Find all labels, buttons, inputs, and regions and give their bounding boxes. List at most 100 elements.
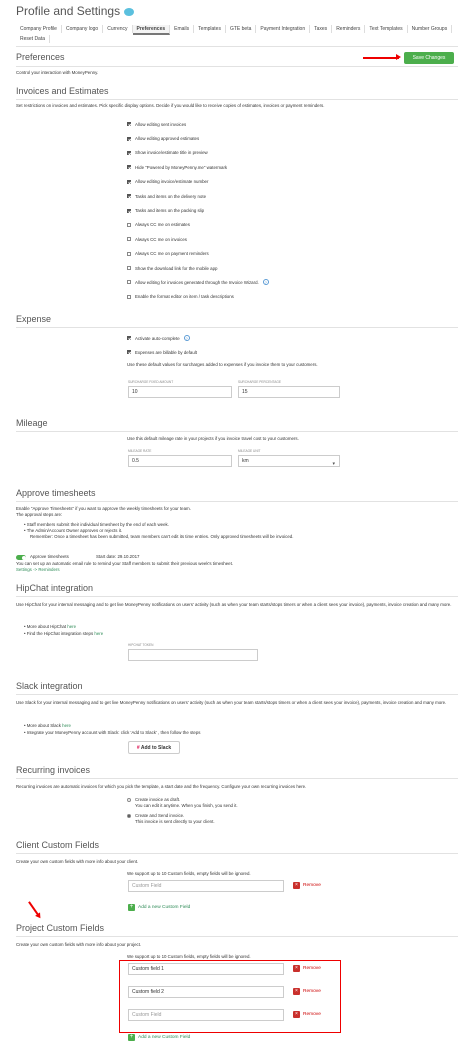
invoice-option-label: Always CC me on estimates: [135, 222, 190, 228]
mileage-rate-input[interactable]: 0.5: [128, 455, 232, 467]
invoice-option-label: Allow editing sent invoices: [135, 121, 187, 127]
client-fields-title: Client Custom Fields: [16, 840, 100, 850]
invoice-option-label: Show the download link for the mobile ap…: [135, 265, 218, 271]
client-remove-button[interactable]: × Remove: [293, 882, 321, 889]
tab-taxes[interactable]: Taxes: [310, 25, 333, 33]
invoice-option-1[interactable]: Allow editing approved estimates: [127, 131, 269, 145]
draft-note: You can edit it anytime. When you finish…: [135, 803, 238, 808]
settings-reminders-link[interactable]: Settings -> Reminders: [16, 567, 60, 573]
close-icon: ×: [293, 988, 300, 995]
help-icon[interactable]: ?: [262, 279, 269, 286]
hipchat-title: HipChat integration: [16, 583, 94, 593]
invoice-option-4[interactable]: Allow editing invoice/estimate number: [127, 175, 269, 189]
invoice-options: Allow editing sent invoices Allow editing…: [127, 117, 269, 304]
close-icon: ×: [293, 882, 300, 889]
project-remove-button-3[interactable]: × Remove: [293, 1011, 321, 1018]
project-fields-desc: Create your own custom fields with more …: [16, 942, 142, 947]
slack-more-link[interactable]: here: [62, 723, 71, 728]
tab-gte-beta[interactable]: GTE beta: [226, 25, 257, 33]
invoice-option-7[interactable]: Always CC me on estimates: [127, 218, 269, 232]
settings-tabs: Company Profile Company logo Currency Prefe…: [16, 25, 466, 43]
close-icon: ×: [293, 965, 300, 972]
project-remove-button-2[interactable]: × Remove: [293, 988, 321, 995]
annotation-arrow: [28, 901, 39, 916]
hipchat-more-link[interactable]: here: [67, 624, 76, 629]
toggle-label: Approve timesheets: [30, 554, 69, 559]
plus-icon: +: [128, 1034, 135, 1041]
project-add-field-button[interactable]: + Add a new Custom Field: [128, 1034, 190, 1041]
tab-text-templates[interactable]: Text Templates: [365, 25, 408, 33]
surcharge-amount-label: SURCHARGE FIXED AMOUNT: [128, 380, 174, 384]
invoice-option-5[interactable]: Tasks and items on the delivery note: [127, 189, 269, 203]
project-remove-button-1[interactable]: × Remove: [293, 965, 321, 972]
camera-icon[interactable]: [124, 7, 135, 16]
tab-preferences[interactable]: Preferences: [132, 25, 171, 35]
invoices-title: Invoices and Estimates: [16, 86, 109, 96]
invoice-option-12[interactable]: Enable the format editor on item / task …: [127, 290, 269, 304]
surcharge-pct-label: SURCHARGE PERCENTAGE: [238, 380, 281, 384]
add-to-slack-button[interactable]: # Add to Slack: [128, 741, 180, 754]
surcharge-pct-input[interactable]: 15: [238, 386, 340, 398]
expense-title: Expense: [16, 314, 52, 324]
tab-payment-integration[interactable]: Payment Integration: [256, 25, 311, 33]
save-changes-button[interactable]: Save Changes: [404, 52, 454, 64]
invoice-option-10[interactable]: Show the download link for the mobile ap…: [127, 261, 269, 275]
expense-desc: Use these default values for surcharges …: [127, 362, 318, 367]
checkbox-icon: [127, 136, 131, 141]
project-custom-field-3[interactable]: Custom Field: [128, 1009, 284, 1021]
tab-currency[interactable]: Currency: [103, 25, 133, 33]
invoice-option-9[interactable]: Always CC me on payment reminders: [127, 247, 269, 261]
invoice-option-3[interactable]: Hide "Powered by MoneyPenny.me" watermar…: [127, 160, 269, 174]
tab-reminders[interactable]: Reminders: [332, 25, 366, 33]
approve-timesheets-toggle[interactable]: [16, 555, 26, 560]
autocomplete-checkbox[interactable]: Activate auto-complete?: [127, 335, 190, 341]
surcharge-amount-input[interactable]: 10: [128, 386, 232, 398]
invoice-option-label: Allow editing approved estimates: [135, 136, 200, 142]
invoices-desc: Set restrictions on invoices and estimat…: [16, 103, 325, 108]
client-add-field-button[interactable]: + Add a new Custom Field: [128, 904, 190, 911]
invoice-option-0[interactable]: Allow editing sent invoices: [127, 117, 269, 131]
mileage-desc: Use this default mileage rate in your pr…: [127, 436, 299, 441]
hipchat-steps-link[interactable]: here: [94, 631, 103, 636]
checkbox-icon: [127, 222, 131, 227]
invoice-option-label: Tasks and items on the packing slip: [135, 208, 205, 214]
timesheets-note: Remember: Once a timesheet has been subm…: [30, 534, 294, 539]
tab-company-logo[interactable]: Company logo: [62, 25, 104, 33]
start-date: Start date: 29.10.2017: [96, 554, 140, 559]
invoice-option-label: Always CC me on invoices: [135, 236, 187, 242]
tab-templates[interactable]: Templates: [194, 25, 226, 33]
slack-title: Slack integration: [16, 681, 83, 691]
slack-bullet-1: • More about Slack here: [24, 723, 71, 728]
recurring-desc: Recurring invoices are automatic invoice…: [16, 784, 307, 789]
tab-number-groups[interactable]: Number Groups: [408, 25, 453, 33]
tab-emails[interactable]: Emails: [170, 25, 195, 33]
checkbox-icon: [127, 179, 131, 184]
mileage-title: Mileage: [16, 418, 48, 428]
hipchat-bullet-2: • Find the HipChat integration steps her…: [24, 631, 104, 636]
invoice-option-11[interactable]: Allow editing for invoices generated thr…: [127, 275, 269, 289]
project-custom-field-1[interactable]: Custom field 1: [128, 963, 284, 975]
project-fields-title: Project Custom Fields: [16, 923, 105, 933]
invoice-option-label: Tasks and items on the delivery note: [135, 193, 207, 199]
invoice-option-label: Enable the format editor on item / task …: [135, 294, 234, 300]
tab-reset-data[interactable]: Reset Data: [16, 35, 51, 43]
hipchat-token-input[interactable]: [128, 649, 258, 661]
project-custom-field-2[interactable]: Custom field 2: [128, 986, 284, 998]
invoice-option-8[interactable]: Always CC me on invoices: [127, 232, 269, 246]
chevron-down-icon: ▾: [332, 461, 335, 467]
client-custom-field-input[interactable]: Custom Field: [128, 880, 284, 892]
invoice-option-label: Allow editing invoice/estimate number: [135, 179, 209, 185]
invoice-option-6[interactable]: Tasks and items on the packing slip: [127, 203, 269, 217]
invoice-option-2[interactable]: Show invoice/estimate title in preview: [127, 146, 269, 160]
invoice-option-label: Always CC me on payment reminders: [135, 251, 209, 257]
checkbox-icon: [127, 280, 131, 285]
recurring-title: Recurring invoices: [16, 765, 91, 775]
mileage-unit-select[interactable]: km ▾: [238, 455, 340, 467]
billable-checkbox[interactable]: Expenses are billable by default: [127, 349, 197, 355]
checkbox-icon: [127, 194, 131, 199]
help-icon[interactable]: ?: [183, 335, 190, 341]
send-note: This invoice is sent directly to your cl…: [135, 819, 215, 824]
tab-company-profile[interactable]: Company Profile: [16, 25, 62, 33]
hipchat-desc: Use HipChat for your internal messaging …: [16, 602, 452, 607]
timesheets-steps: The approval steps are:: [16, 512, 63, 517]
